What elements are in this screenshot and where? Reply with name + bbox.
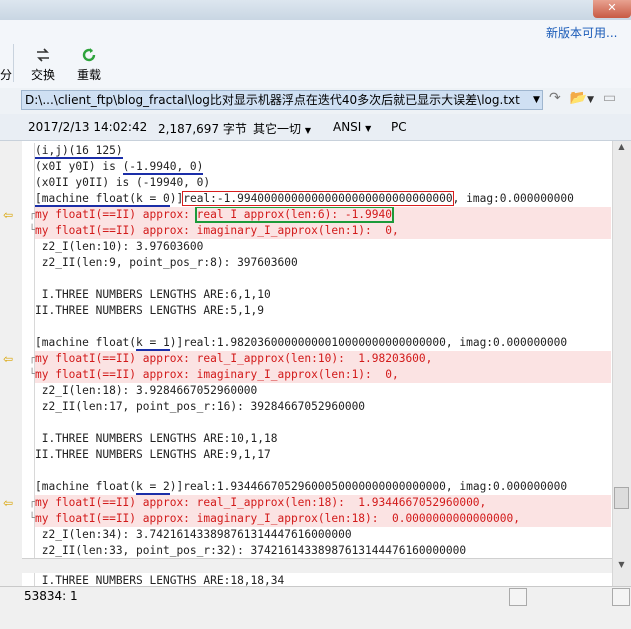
editor-line: (i,j)(16 125) [35, 143, 611, 159]
cursor-position: 53834: 1 [24, 589, 78, 603]
line-text: my floatI(==II) approx: imaginary_I_appr… [35, 224, 399, 237]
swap-icon [23, 46, 63, 66]
line-text: [machine float( [35, 192, 137, 207]
path-dropdown-icon[interactable]: ▼ [533, 95, 540, 105]
swap-label: 交换 [30, 68, 55, 82]
line-text: my floatI(==II) approx: real_I_approx(le… [35, 496, 487, 509]
editor-line: [machine float(k = 2)]real:1.93446670529… [35, 479, 611, 495]
editor-line: I.THREE NUMBERS LENGTHS ARE:10,1,18 [35, 431, 611, 447]
line-text: z2_I(len:10): 3.97603600 [35, 240, 204, 253]
scroll-up-icon[interactable]: ▲ [614, 142, 629, 156]
line-text: (i,j)(16 125) [35, 144, 123, 159]
line-text: I.THREE NUMBERS LENGTHS ARE:10,1,18 [35, 432, 278, 445]
scroll-down-icon[interactable]: ▼ [614, 560, 629, 574]
vertical-scrollbar[interactable] [612, 141, 631, 586]
line-text: (x0I y0I) is [35, 160, 123, 173]
status-indicator[interactable] [509, 588, 527, 606]
line-text: (x0II y0II) is (-19940, 0) [35, 176, 211, 189]
line-text: )] [169, 192, 184, 205]
filter-dropdown[interactable]: 其它一切 ▼ [253, 120, 311, 137]
line-ending-value[interactable]: PC [391, 120, 407, 134]
line-text: z2_I(len:34): 3.742161433898761314447616… [35, 528, 352, 541]
encoding-dropdown[interactable]: ANSI ▼ [333, 120, 371, 134]
line-text: z2_I(len:18): 3.9284667052960000 [35, 384, 258, 397]
line-text: I.THREE NUMBERS LENGTHS ARE:6,1,10 [35, 288, 271, 301]
reload-icon [69, 46, 109, 66]
editor-line: I.THREE NUMBERS LENGTHS ARE:6,1,10 [35, 287, 611, 303]
approx-value-box: real I approx(len:6): -1.9940 [194, 207, 394, 223]
close-button[interactable]: ✕ [593, 0, 631, 18]
diff-arrow-icon[interactable]: ⇦ [3, 495, 13, 511]
line-text: [machine float( [35, 480, 137, 493]
swap-button[interactable]: 交换 [23, 46, 63, 83]
editor-line-changed: my floatI(==II) approx: real_I_approx(le… [35, 351, 611, 367]
toolbar-button-partial[interactable]: 分 [0, 46, 12, 83]
partial-icon [0, 46, 12, 66]
real-value-box: real:-1.99400000000000000000000000000000 [182, 191, 454, 206]
editor-line: (x0I y0I) is (-1.9940, 0) [35, 159, 611, 175]
file-path-input[interactable]: D:\...\client_ftp\blog_fractal\log比对显示机器… [21, 90, 543, 110]
line-text: my floatI(==II) approx: imaginary_I_appr… [35, 512, 520, 525]
editor-line-changed: my floatI(==II) approx: imaginary_I_appr… [35, 223, 611, 239]
title-bar [0, 0, 631, 20]
horizontal-scrollbar[interactable] [22, 558, 612, 573]
line-text: II.THREE NUMBERS LENGTHS ARE:5,1,9 [35, 304, 265, 317]
line-text: )]real:1.9820360000000001000000000000000… [169, 336, 568, 349]
scrollbar-thumb[interactable] [614, 487, 629, 509]
editor-line: z2_II(len:9, point_pos_r:8): 397603600 [35, 255, 611, 271]
diff-arrow-icon[interactable]: ⇦ [3, 207, 13, 223]
reload-button[interactable]: 重载 [69, 46, 109, 83]
update-available-link[interactable]: 新版本可用... [546, 24, 617, 41]
highlighted-value: (-1.9940, 0) [122, 160, 204, 175]
line-text: my floatI(==II) approx: imaginary_I_appr… [35, 368, 399, 381]
line-text: z2_II(len:9, point_pos_r:8): 397603600 [35, 256, 298, 269]
encoding-value: ANSI [333, 120, 362, 134]
editor-line: z2_I(len:10): 3.97603600 [35, 239, 611, 255]
diff-arrow-icon[interactable]: ⇦ [3, 351, 13, 367]
line-text: [machine float( [35, 336, 137, 349]
reload-label: 重载 [76, 68, 101, 82]
line-text: )]real:1.9344667052960005000000000000000… [169, 480, 568, 493]
iteration-index: k = 1 [136, 336, 170, 351]
chevron-down-icon: ▼ [304, 126, 311, 135]
editor-line: II.THREE NUMBERS LENGTHS ARE:9,1,17 [35, 447, 611, 463]
editor-line: (x0II y0II) is (-19940, 0) [35, 175, 611, 191]
editor-line: z2_I(len:34): 3.742161433898761314447616… [35, 527, 611, 543]
partial-label: 分 [0, 68, 13, 82]
editor-line: z2_I(len:18): 3.9284667052960000 [35, 383, 611, 399]
iteration-index: k = 0 [136, 192, 170, 207]
line-text: II.THREE NUMBERS LENGTHS ARE:9,1,17 [35, 448, 271, 461]
editor-line: [machine float(k = 1)]real:1.98203600000… [35, 335, 611, 351]
line-text: z2_II(len:17, point_pos_r:16): 392846670… [35, 400, 366, 413]
status-bar [0, 586, 631, 607]
editor-line-changed: my floatI(==II) approx: imaginary_I_appr… [35, 367, 611, 383]
line-text: , imag:0.000000000 [452, 192, 574, 205]
line-text: z2_II(len:33, point_pos_r:32): 374216143… [35, 544, 467, 557]
filter-value: 其它一切 [253, 122, 302, 136]
file-size: 2,187,697 字节 [158, 122, 247, 136]
window-bottom [0, 606, 631, 629]
toolbar-separator [13, 44, 14, 82]
editor-line: z2_II(len:17, point_pos_r:16): 392846670… [35, 399, 611, 415]
editor-line-changed: my floatI(==II) approx: imaginary_I_appr… [35, 511, 611, 527]
editor-line-changed: my floatI(==II) approx: real_I_approx(le… [35, 495, 611, 511]
line-text: my floatI(==II) approx: [35, 208, 197, 221]
editor-line-changed: my floatI(==II) approx: real I approx(le… [35, 207, 611, 223]
iteration-index: k = 2 [136, 480, 170, 495]
status-indicator[interactable] [612, 588, 630, 606]
open-folder-icon[interactable]: 📂 [570, 90, 587, 106]
path-nav-icons: ↷ 📂▼ ▭ [549, 90, 617, 106]
line-text: my floatI(==II) approx: real_I_approx(le… [35, 352, 433, 365]
file-datetime: 2017/2/13 14:02:42 [28, 120, 148, 134]
editor-line: II.THREE NUMBERS LENGTHS ARE:5,1,9 [35, 303, 611, 319]
chevron-down-icon: ▼ [365, 124, 372, 133]
redo-icon[interactable]: ↷ [549, 90, 561, 106]
editor-line: [machine float(k = 0)]real:-1.9940000000… [35, 191, 611, 207]
save-icon[interactable]: ▭ [603, 90, 616, 106]
editor-line: z2_II(len:33, point_pos_r:32): 374216143… [35, 543, 611, 559]
